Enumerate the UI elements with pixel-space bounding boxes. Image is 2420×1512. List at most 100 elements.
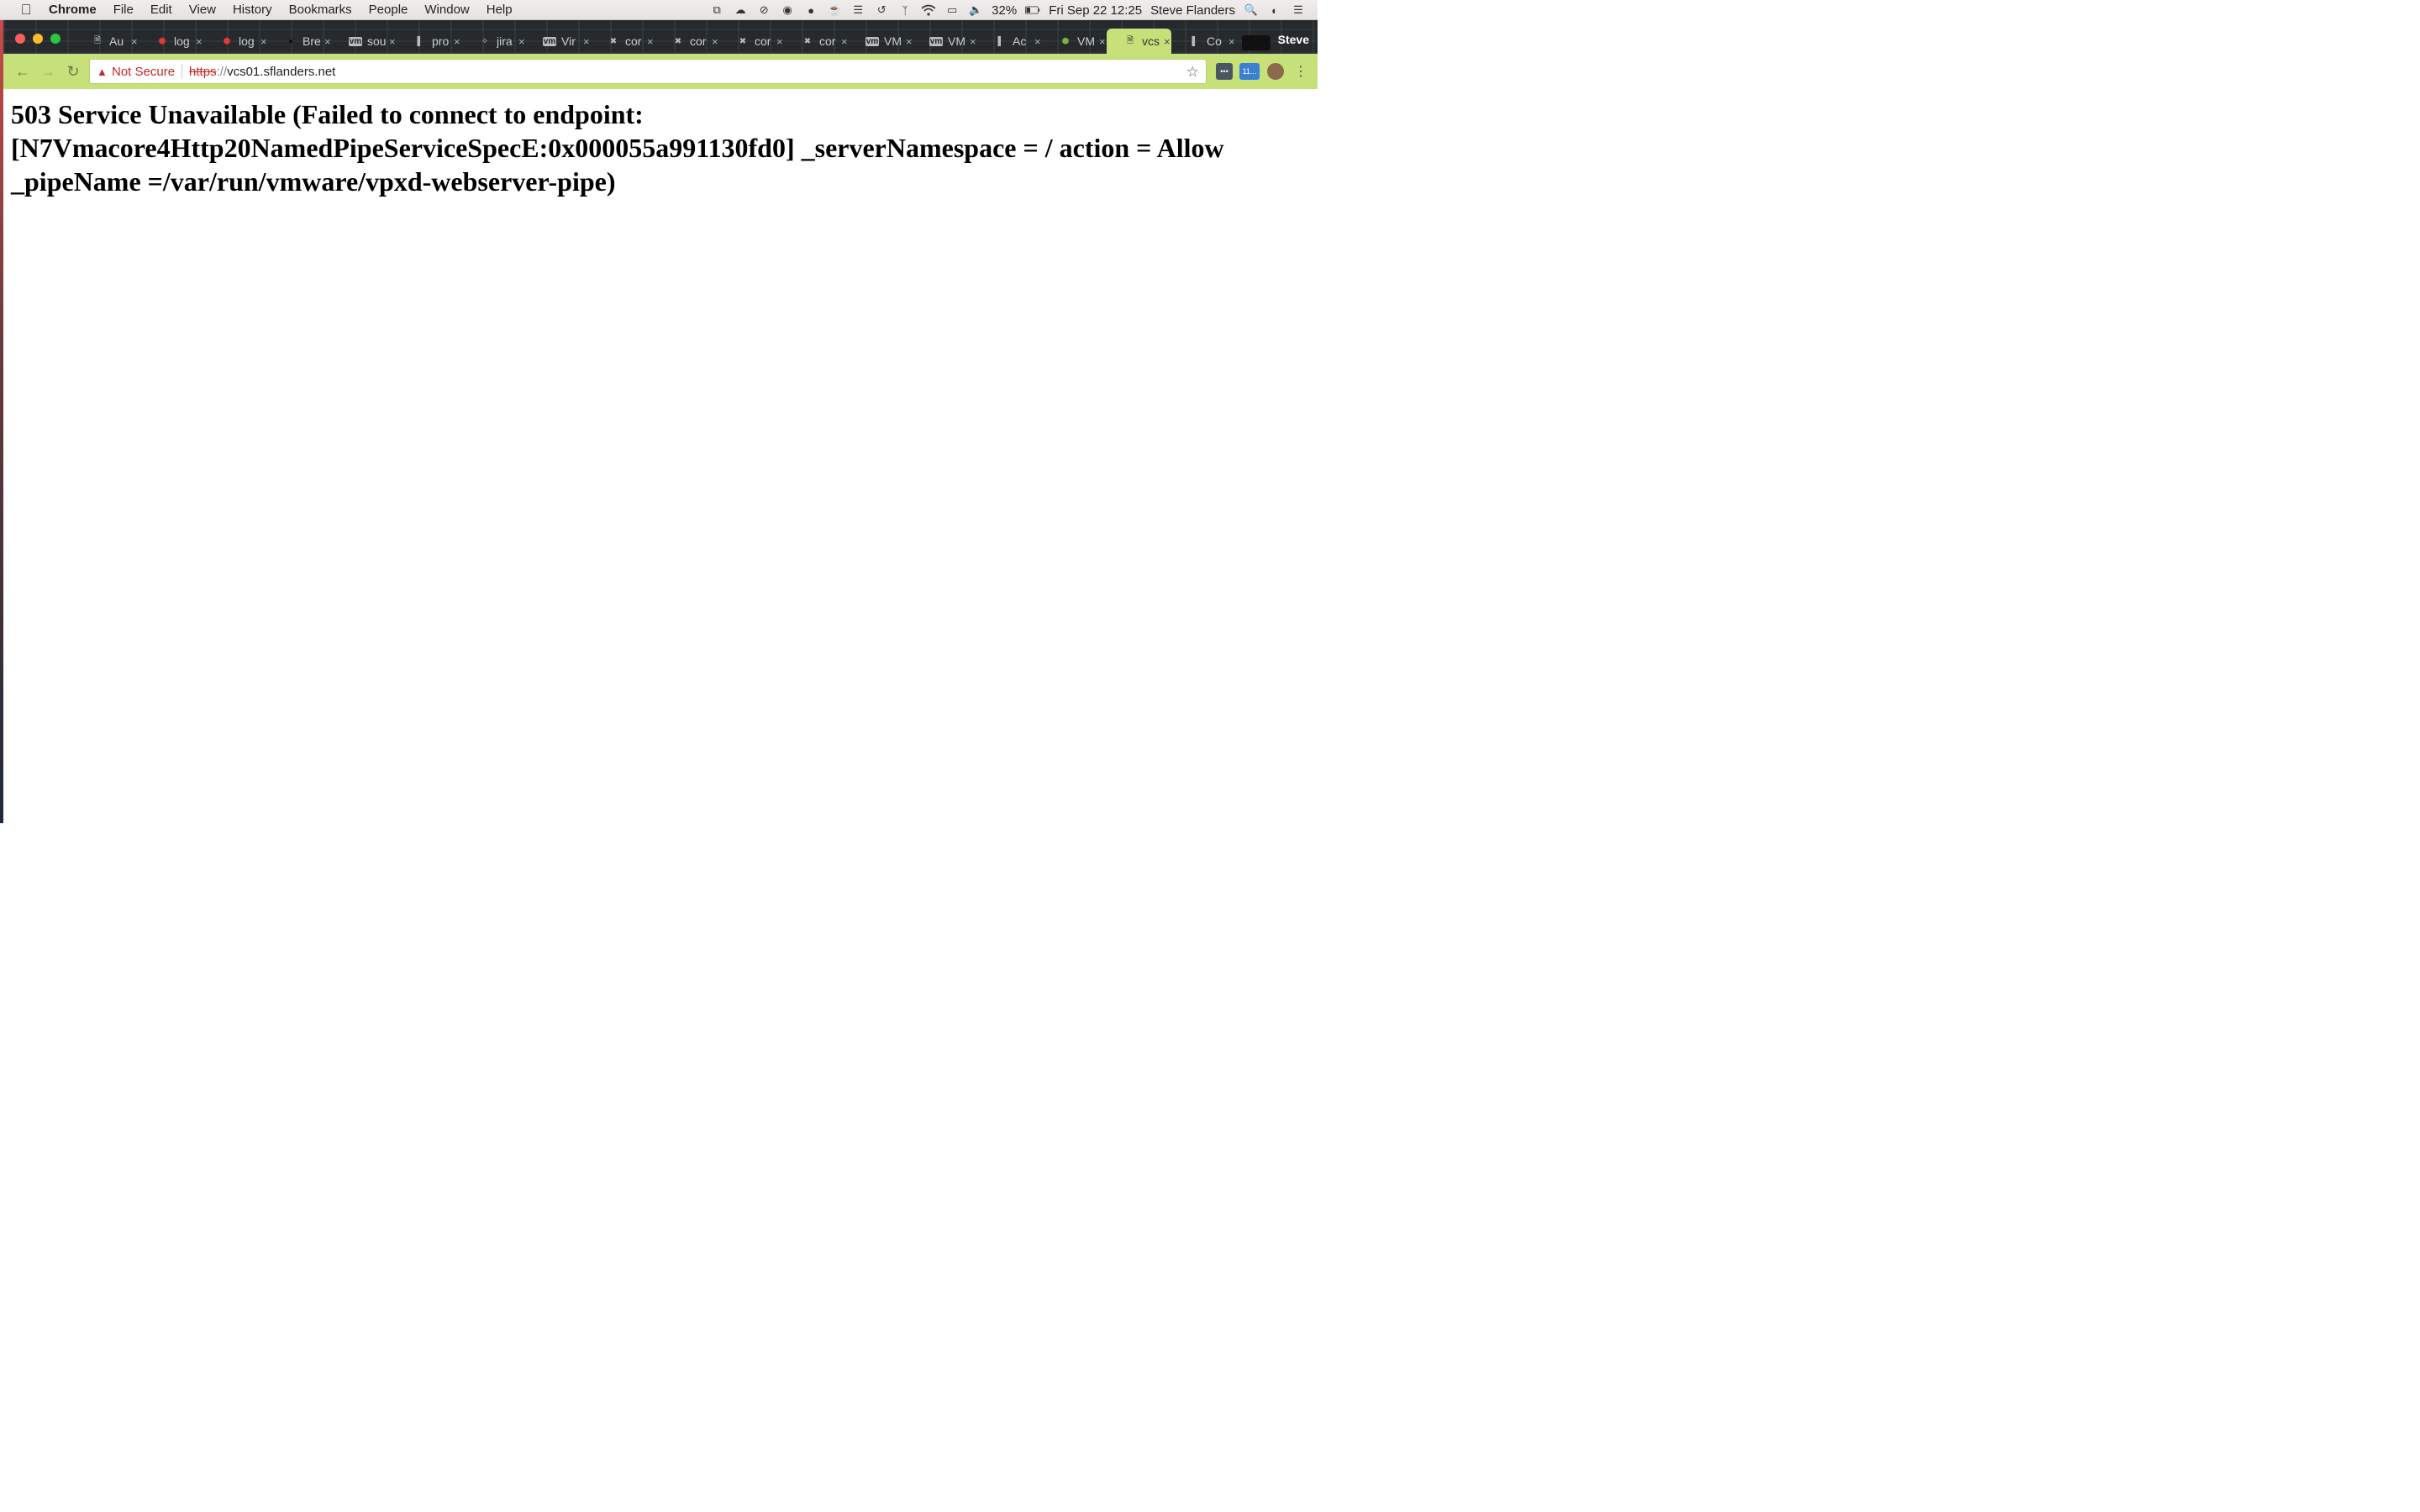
tab-12[interactable]: vm VM ×	[849, 29, 913, 54]
vm-icon: vm	[929, 36, 944, 46]
tab-close-icon[interactable]: ×	[583, 35, 590, 48]
colorful-circle-icon[interactable]: ●	[803, 3, 818, 17]
notification-center-icon[interactable]: ☰	[1291, 3, 1306, 17]
tab-8[interactable]: ✖ cor ×	[590, 29, 655, 54]
menu-edit[interactable]: Edit	[142, 0, 181, 20]
tab-close-icon[interactable]: ×	[776, 35, 783, 48]
tools-icon: ✖	[803, 36, 812, 46]
battery-icon[interactable]	[1025, 3, 1040, 17]
tab-label: pro	[432, 34, 450, 48]
tab-label: VM	[884, 34, 902, 48]
tab-15[interactable]: ⬢ VM ×	[1042, 29, 1107, 54]
tab-11[interactable]: ✖ cor ×	[784, 29, 849, 54]
tab-10[interactable]: ✖ cor ×	[719, 29, 784, 54]
url-scheme: https	[189, 64, 217, 79]
tab-3[interactable]: ● Bre ×	[267, 29, 332, 54]
tab-close-icon[interactable]: ×	[970, 35, 976, 48]
siri-icon[interactable]: ◐	[1267, 3, 1282, 17]
menu-view[interactable]: View	[181, 0, 224, 20]
macos-menu-bar:  Chrome File Edit View History Bookmark…	[0, 0, 1318, 20]
tab-close-icon[interactable]: ×	[324, 35, 331, 48]
tab-label: log	[239, 34, 255, 48]
tab-2[interactable]: ⬢ log ×	[203, 29, 268, 54]
vm-icon: vm	[542, 36, 557, 46]
spotlight-search-icon[interactable]: 🔍	[1244, 3, 1259, 17]
menu-file[interactable]: File	[105, 0, 142, 20]
url-host: vcs01.sflanders.net	[227, 64, 336, 79]
bluetooth-icon[interactable]: ᛉ	[897, 3, 913, 17]
new-tab-button[interactable]	[1242, 35, 1270, 50]
tab-close-icon[interactable]: ×	[389, 35, 396, 48]
tab-close-icon[interactable]: ×	[712, 35, 718, 48]
extension-dots-icon[interactable]: •••	[1216, 63, 1233, 80]
address-bar[interactable]: ▲ Not Secure https://vcs01.sflanders.net…	[89, 59, 1207, 84]
menu-people[interactable]: People	[360, 0, 417, 20]
tab-close-icon[interactable]: ×	[131, 35, 138, 48]
tab-16[interactable]: 🗎 vcs ×	[1107, 29, 1171, 54]
menu-window[interactable]: Window	[416, 0, 477, 20]
bookmark-star-icon[interactable]: ☆	[1186, 64, 1199, 81]
extension-badge-text: 11...	[1242, 67, 1257, 76]
menu-history[interactable]: History	[224, 0, 281, 20]
security-indicator[interactable]: Not Secure	[112, 65, 175, 79]
apple-menu-icon[interactable]: 	[17, 2, 35, 18]
page-content: 503 Service Unavailable (Failed to conne…	[3, 89, 1318, 823]
tab-5[interactable]: ▌ pro ×	[397, 29, 461, 54]
tab-4[interactable]: vm sou ×	[332, 29, 397, 54]
tab-13[interactable]: vm VM ×	[913, 29, 977, 54]
profile-avatar[interactable]	[1267, 63, 1284, 80]
tab-9[interactable]: ✖ cor ×	[655, 29, 719, 54]
tab-close-icon[interactable]: ×	[454, 35, 460, 48]
window-switch-icon[interactable]: ⧉	[709, 3, 724, 17]
jira-icon: ✧	[481, 36, 489, 46]
stack-icon[interactable]: ☰	[850, 3, 865, 17]
tab-close-icon[interactable]: ×	[1228, 35, 1235, 48]
vm-icon: vm	[865, 36, 880, 46]
tab-17[interactable]: ▌ Co ×	[1171, 29, 1236, 54]
user-name[interactable]: Steve Flanders	[1150, 3, 1235, 18]
tab-0[interactable]: 🗎 Au ×	[74, 29, 139, 54]
tab-label: cor	[625, 34, 642, 48]
forward-button[interactable]: →	[39, 62, 57, 81]
tab-close-icon[interactable]: ×	[647, 35, 654, 48]
wifi-icon[interactable]	[921, 3, 936, 17]
tab-close-icon[interactable]: ×	[906, 35, 913, 48]
tab-close-icon[interactable]: ×	[518, 35, 525, 48]
window-maximize-button[interactable]	[50, 34, 60, 44]
airplay-icon[interactable]: ▭	[944, 3, 960, 17]
clock[interactable]: Fri Sep 22 12:25	[1049, 3, 1142, 18]
menu-help[interactable]: Help	[478, 0, 521, 20]
menu-bookmarks[interactable]: Bookmarks	[281, 0, 360, 20]
tab-close-icon[interactable]: ×	[1164, 35, 1171, 48]
tab-close-icon[interactable]: ×	[1034, 35, 1041, 48]
tab-label: jira	[497, 34, 513, 48]
window-close-button[interactable]	[15, 34, 25, 44]
tools-icon: ✖	[674, 36, 682, 46]
menu-app-name[interactable]: Chrome	[40, 0, 105, 20]
extension-badge-icon[interactable]: 11...	[1239, 63, 1260, 80]
window-minimize-button[interactable]	[33, 34, 43, 44]
tab-14[interactable]: ▌ Ac ×	[977, 29, 1042, 54]
reload-button[interactable]: ↻	[64, 62, 82, 81]
warning-triangle-icon[interactable]: ▲	[97, 66, 108, 78]
tab-close-icon[interactable]: ×	[841, 35, 848, 48]
profile-name[interactable]: Steve	[1278, 33, 1309, 46]
coffee-cup-icon[interactable]: ☕	[827, 3, 842, 17]
tools-icon: ✖	[609, 36, 618, 46]
tab-close-icon[interactable]: ×	[196, 35, 203, 48]
tab-label: VM	[948, 34, 965, 48]
tab-6[interactable]: ✧ jira ×	[461, 29, 526, 54]
chrome-menu-icon[interactable]: ⋮	[1292, 63, 1309, 80]
dark-circle-icon: ●	[287, 36, 294, 46]
cloud-icon[interactable]: ☁	[733, 3, 748, 17]
tab-1[interactable]: ⬢ log ×	[139, 29, 203, 54]
volume-icon[interactable]: 🔈	[968, 3, 983, 17]
tab-close-icon[interactable]: ×	[1099, 35, 1106, 48]
time-machine-icon[interactable]: ↺	[874, 3, 889, 17]
search-globe-icon[interactable]: ◉	[780, 3, 795, 17]
block-icon[interactable]: ⊘	[756, 3, 771, 17]
bar-chart-icon: ▌	[1192, 36, 1198, 46]
tab-close-icon[interactable]: ×	[260, 35, 267, 48]
tab-7[interactable]: vm Vir ×	[526, 29, 591, 54]
back-button[interactable]: ←	[13, 62, 32, 81]
